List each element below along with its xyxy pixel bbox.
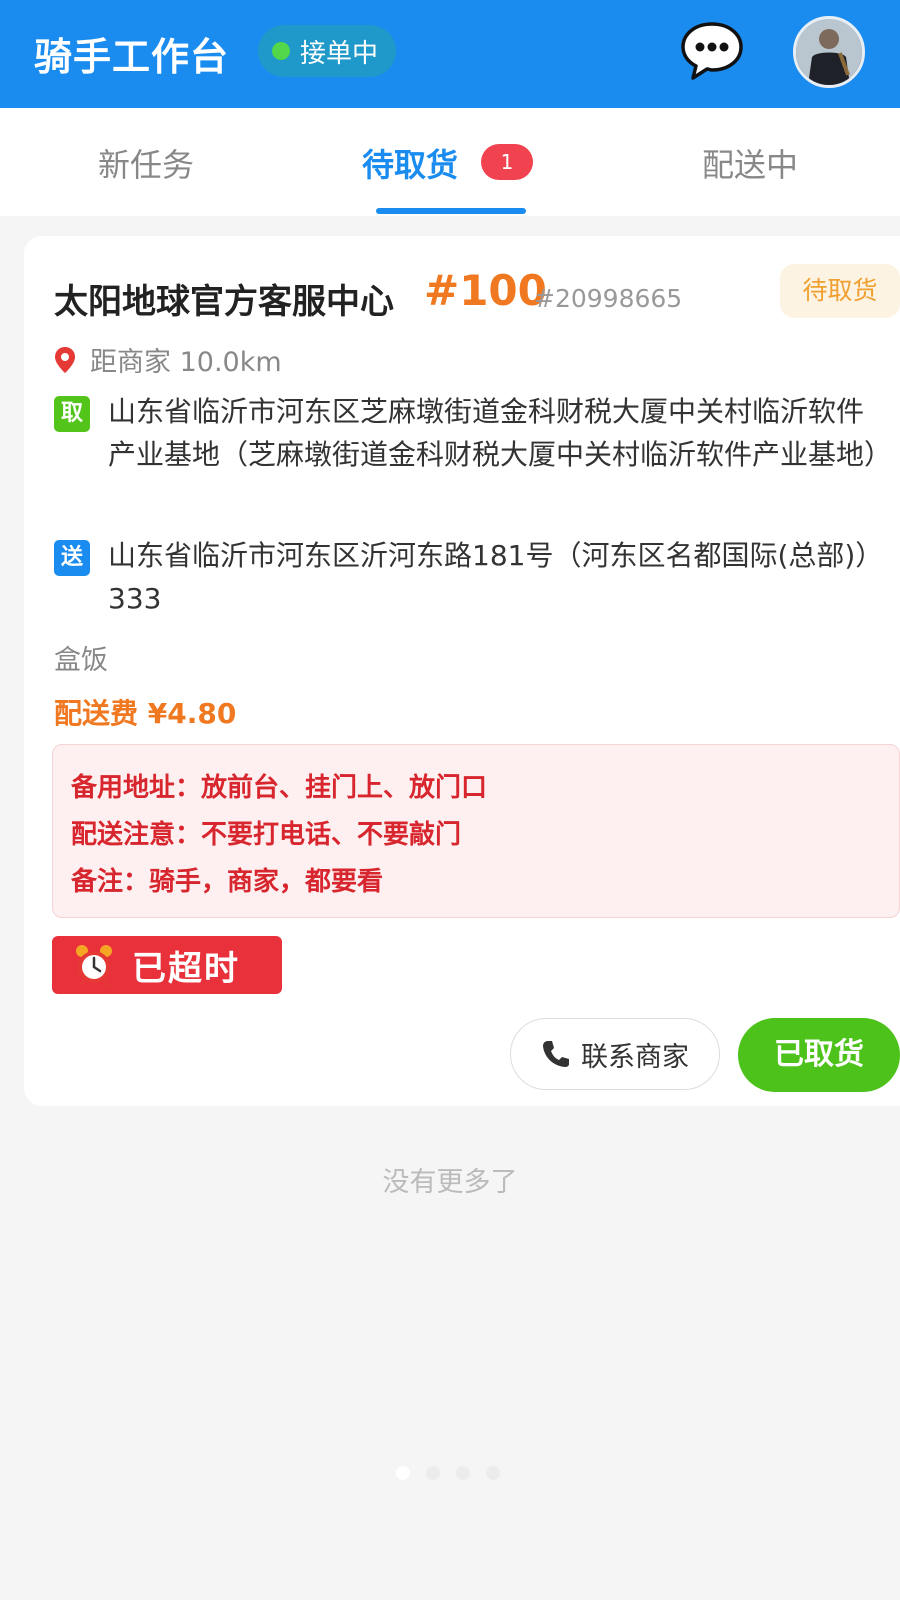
tab-new-tasks[interactable]: 新任务 <box>98 140 194 186</box>
page-dot <box>456 1466 470 1480</box>
order-state-badge: 待取货 <box>780 264 900 318</box>
no-more-text: 没有更多了 <box>382 1167 518 1198</box>
page-indicator <box>396 1466 516 1480</box>
tab-delivering[interactable]: 配送中 <box>702 140 798 186</box>
page-dot <box>486 1466 500 1480</box>
page-dot <box>396 1466 410 1480</box>
tab-active-indicator <box>376 208 526 214</box>
contact-merchant-label: 联系商家 <box>581 1041 689 1073</box>
delivery-address-row: 送 山东省临沂市河东区沂河东路181号（河东区名都国际(总部)） 333 <box>54 534 884 620</box>
work-status-label: 接单中 <box>300 38 379 69</box>
work-status-toggle[interactable]: 接单中 <box>258 25 396 77</box>
note-backup-address: 备用地址：放前台、挂门上、放门口 <box>71 773 488 803</box>
chat-bubble-icon[interactable] <box>680 18 744 82</box>
page-dot <box>426 1466 440 1480</box>
timeout-text: 已超时 <box>132 948 240 989</box>
tab-pending-pickup[interactable]: 待取货 <box>362 140 458 186</box>
alarm-clock-icon <box>76 945 112 986</box>
app-title: 骑手工作台 <box>34 35 230 79</box>
delivery-tag: 送 <box>54 540 90 576</box>
timeout-badge: 已超时 <box>52 936 282 994</box>
shop-name: 太阳地球官方客服中心 <box>54 282 394 322</box>
app-header: 骑手工作台 接单中 <box>0 0 900 108</box>
pickup-address: 山东省临沂市河东区芝麻墩街道金科财税大厦中关村临沂软件产业基地（芝麻墩街道金科财… <box>108 395 893 471</box>
pickup-address-row: 取 山东省临沂市河东区芝麻墩街道金科财税大厦中关村临沂软件产业基地（芝麻墩街道金… <box>54 390 893 476</box>
delivery-address: 山东省临沂市河东区沂河东路181号（河东区名都国际(总部)） 333 <box>108 539 884 615</box>
location-pin-icon <box>55 346 75 373</box>
order-notes-box: 备用地址：放前台、挂门上、放门口 配送注意：不要打电话、不要敲门 备注：骑手，商… <box>52 744 900 918</box>
picked-up-button[interactable]: 已取货 <box>738 1018 900 1092</box>
status-dot-icon <box>272 42 290 60</box>
distance-text: 距商家 10.0km <box>90 347 282 378</box>
pickup-tag: 取 <box>54 396 90 432</box>
order-id: #20998665 <box>534 284 683 313</box>
order-items: 盒饭 <box>54 645 108 676</box>
avatar[interactable] <box>793 16 865 88</box>
tab-pending-pickup-badge: 1 <box>481 144 533 180</box>
note-remark: 备注：骑手，商家，都要看 <box>71 867 384 897</box>
merchant-distance: 距商家 10.0km <box>54 340 282 379</box>
order-number: #100 <box>424 266 547 315</box>
note-delivery-attention: 配送注意：不要打电话、不要敲门 <box>71 820 462 850</box>
contact-merchant-button[interactable]: 联系商家 <box>510 1018 720 1090</box>
phone-icon <box>543 1041 569 1067</box>
avatar-image <box>796 19 862 85</box>
delivery-fee: 配送费 ¥4.80 <box>54 697 237 730</box>
